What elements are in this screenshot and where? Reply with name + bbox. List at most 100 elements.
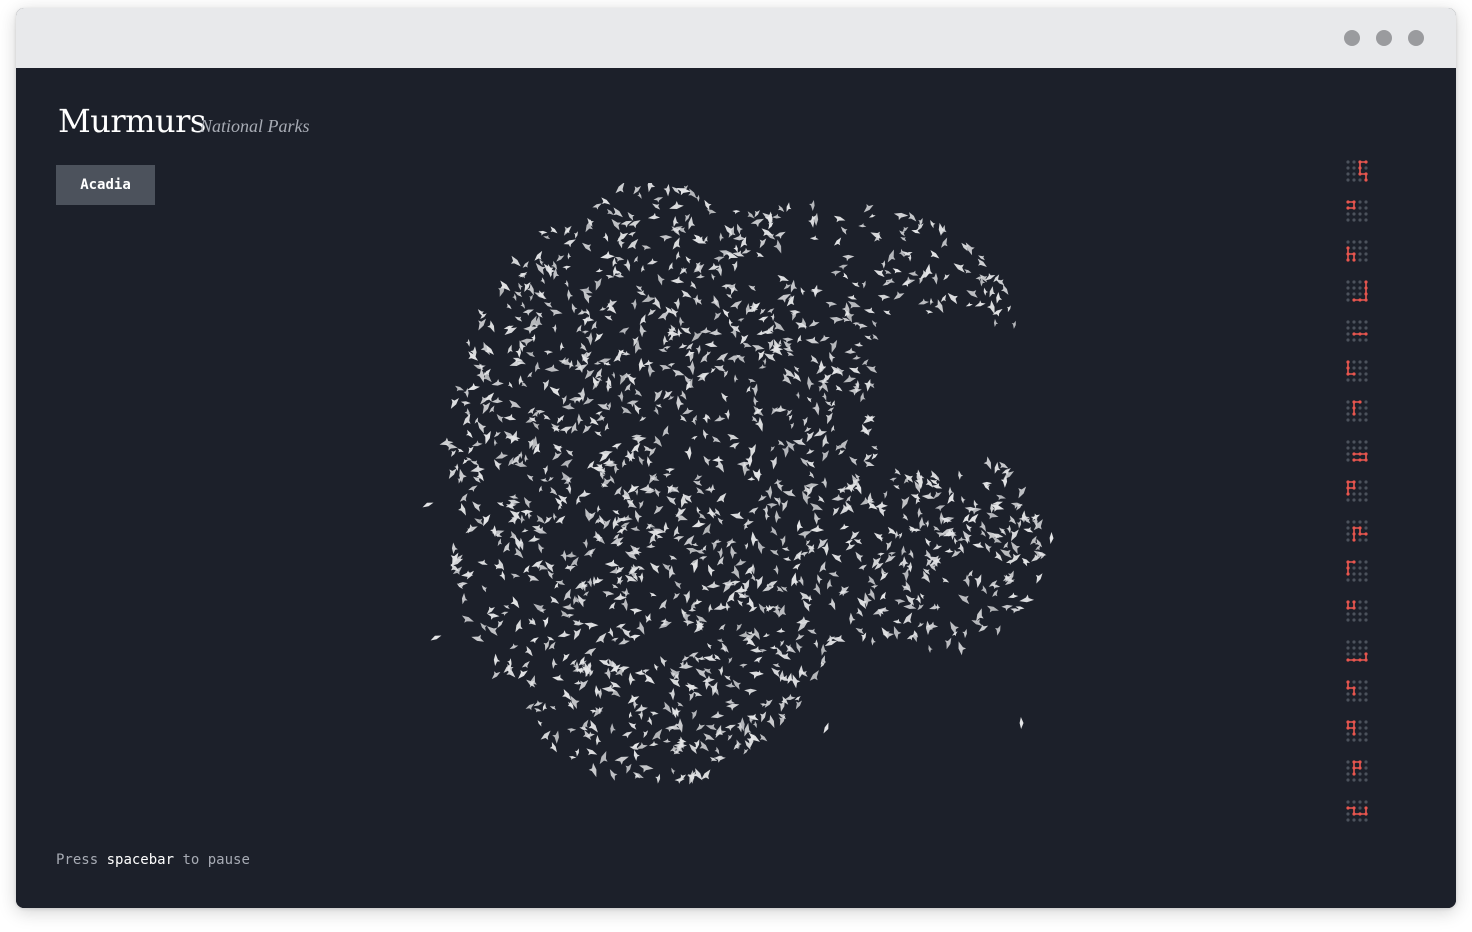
bird-icon (1019, 594, 1035, 603)
pattern-thumbnail[interactable] (1344, 478, 1370, 504)
pattern-thumbnail[interactable] (1344, 758, 1370, 784)
bird-icon (818, 384, 823, 392)
pattern-thumbnail[interactable] (1344, 598, 1370, 624)
pattern-thumbnail[interactable] (1344, 278, 1370, 304)
bird-icon (685, 256, 692, 264)
bird-icon (636, 621, 645, 635)
bird-icon (707, 564, 716, 577)
bird-icon (470, 460, 479, 466)
bird-icon (588, 762, 597, 778)
pattern-thumbnail[interactable] (1344, 318, 1370, 344)
park-select-button[interactable]: Acadia (56, 165, 155, 205)
bird-icon (676, 251, 681, 260)
bird-icon (917, 604, 924, 611)
bird-icon (901, 496, 910, 510)
bird-icon (591, 320, 597, 330)
bird-icon (646, 258, 658, 265)
bird-icon (468, 351, 479, 361)
bird-icon (735, 558, 747, 566)
bird-icon (638, 500, 644, 509)
bird-icon (457, 448, 464, 453)
bird-icon (595, 735, 602, 746)
bird-icon (567, 252, 572, 260)
bird-icon (658, 619, 672, 629)
bird-icon (633, 749, 640, 761)
bird-icon (737, 223, 743, 235)
pattern-thumbnail[interactable] (1344, 678, 1370, 704)
bird-icon (828, 597, 836, 611)
bird-icon (797, 531, 812, 539)
bird-icon (677, 328, 683, 338)
bird-icon (490, 525, 497, 537)
bird-icon (522, 261, 529, 268)
bird-icon (611, 637, 619, 643)
bird-icon (796, 641, 803, 653)
bird-icon (765, 485, 773, 500)
bird-icon (518, 669, 528, 679)
bird-icon (500, 611, 509, 616)
bird-icon (858, 223, 867, 228)
bird-icon (808, 471, 815, 479)
bird-icon (528, 535, 541, 542)
pattern-thumbnail[interactable] (1344, 558, 1370, 584)
bird-icon (681, 289, 692, 298)
bird-icon (586, 748, 598, 756)
bird-icon (965, 302, 973, 307)
pattern-thumbnail[interactable] (1344, 358, 1370, 384)
bird-icon (793, 366, 800, 373)
bird-icon (759, 733, 768, 742)
bird-icon (637, 191, 642, 199)
bird-icon (718, 623, 726, 631)
bird-icon (783, 556, 792, 561)
bird-icon (723, 581, 733, 593)
bird-icon (599, 306, 607, 311)
bird-icon (777, 439, 785, 446)
bird-icon (496, 501, 505, 507)
window-dot-icon[interactable] (1408, 30, 1424, 46)
bird-icon (833, 237, 842, 246)
pattern-thumbnail[interactable] (1344, 638, 1370, 664)
bird-icon (523, 565, 530, 574)
pattern-thumbnail[interactable] (1344, 198, 1370, 224)
bird-icon (560, 342, 565, 351)
bird-icon (744, 688, 758, 696)
pattern-thumbnail[interactable] (1344, 398, 1370, 424)
bird-icon (849, 612, 856, 625)
bird-icon (682, 620, 695, 627)
bird-icon (573, 628, 582, 641)
bird-icon (594, 277, 602, 291)
bird-icon (758, 364, 767, 369)
bird-icon (551, 423, 560, 433)
window-dot-icon[interactable] (1376, 30, 1392, 46)
bird-icon (476, 368, 485, 383)
bird-icon (733, 244, 738, 253)
bird-icon (933, 525, 940, 531)
pattern-thumbnail[interactable] (1344, 238, 1370, 264)
bird-icon (808, 319, 820, 327)
pattern-thumbnail[interactable] (1344, 438, 1370, 464)
bird-icon (766, 503, 778, 509)
bird-icon (930, 250, 940, 259)
bird-icon (770, 313, 775, 321)
bird-icon (698, 556, 708, 561)
pattern-thumbnail[interactable] (1344, 718, 1370, 744)
bird-icon (604, 422, 610, 432)
bird-icon (947, 292, 958, 305)
bird-icon (868, 213, 876, 218)
bird-icon (842, 254, 855, 262)
bird-icon (542, 465, 548, 475)
pattern-thumbnail[interactable] (1344, 798, 1370, 824)
bird-icon (730, 545, 738, 560)
pattern-thumbnail[interactable] (1344, 158, 1370, 184)
bird-icon (655, 773, 661, 784)
pattern-thumbnail[interactable] (1344, 518, 1370, 544)
bird-icon (850, 531, 860, 541)
bird-icon (903, 612, 913, 625)
bird-icon (542, 702, 548, 712)
window-dot-icon[interactable] (1344, 30, 1360, 46)
bird-icon (637, 710, 643, 720)
pattern-grid-icon (1346, 680, 1368, 702)
bird-icon (695, 194, 700, 202)
bird-icon (854, 341, 864, 347)
page-title: Murmurs (58, 102, 206, 140)
